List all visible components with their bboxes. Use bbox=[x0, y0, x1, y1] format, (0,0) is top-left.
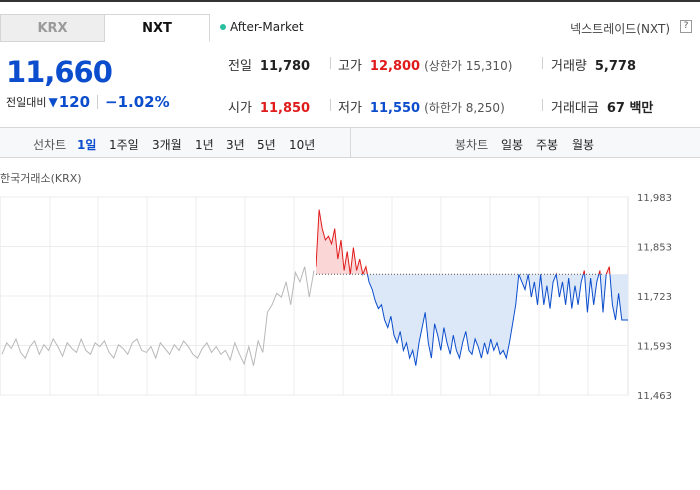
chart-tabs-divider bbox=[350, 128, 351, 157]
price-chart[interactable]: 11,983 11,853 11,723 11,593 11,463 bbox=[0, 185, 700, 400]
y-tick-label: 11,983 bbox=[637, 193, 672, 204]
tab-1day[interactable]: 1일 bbox=[77, 136, 96, 153]
quote-open: 시가 11,850 bbox=[228, 97, 310, 116]
y-tick-label: 11,593 bbox=[637, 342, 672, 353]
price-change: 전일대비 ▼ 120 −1.02% bbox=[6, 93, 170, 111]
current-price: 11,660 bbox=[6, 55, 113, 89]
down-triangle-icon: ▼ bbox=[48, 95, 58, 109]
tab-5year[interactable]: 5년 bbox=[257, 136, 276, 153]
change-value: 120 bbox=[58, 93, 91, 111]
market-tabs: KRX NXT bbox=[0, 14, 210, 42]
prev-close-value: 11,780 bbox=[259, 59, 311, 74]
upper-limit-note: (상한가 15,310) bbox=[424, 59, 513, 73]
data-source-label: 넥스트레이드(NXT) bbox=[570, 22, 670, 36]
quote-divider bbox=[542, 99, 543, 111]
open-label: 시가 bbox=[228, 101, 252, 116]
quote-high: 고가 12,800 (상한가 15,310) bbox=[338, 55, 512, 74]
tab-weekly-candle[interactable]: 주봉 bbox=[536, 136, 558, 153]
low-value: 11,550 bbox=[369, 101, 421, 116]
help-icon[interactable]: ? bbox=[680, 20, 692, 33]
quote-prev-close: 전일 11,780 bbox=[228, 55, 310, 74]
quote-amount: 거래대금 67 백만 bbox=[551, 97, 653, 116]
quote-divider bbox=[542, 57, 543, 69]
low-label: 저가 bbox=[338, 101, 362, 116]
high-value: 12,800 bbox=[369, 59, 421, 74]
session-status: After-Market bbox=[220, 20, 304, 34]
top-border bbox=[0, 0, 700, 2]
high-label: 고가 bbox=[338, 59, 362, 74]
change-label: 전일대비 bbox=[6, 96, 47, 109]
y-tick-label: 11,463 bbox=[637, 391, 672, 400]
prev-close-label: 전일 bbox=[228, 59, 252, 74]
chart-tabs-bar: 선차트 1일 1주일 3개월 1년 3년 5년 10년 봉차트 일봉 주봉 월봉 bbox=[0, 127, 700, 158]
tab-3month[interactable]: 3개월 bbox=[152, 136, 182, 153]
quote-divider bbox=[330, 99, 331, 111]
quote-divider bbox=[330, 57, 331, 69]
y-tick-label: 11,723 bbox=[637, 292, 672, 303]
chart-source-label: 한국거래소(KRX) bbox=[0, 172, 82, 185]
amount-label: 거래대금 bbox=[551, 101, 599, 116]
session-status-label: After-Market bbox=[230, 20, 304, 34]
quote-volume: 거래량 5,778 bbox=[551, 55, 636, 74]
lower-limit-note: (하한가 8,250) bbox=[424, 101, 505, 115]
change-divider bbox=[97, 95, 99, 109]
session-dot-icon bbox=[220, 24, 226, 30]
y-tick-label: 11,853 bbox=[637, 243, 672, 254]
chart-down-fill bbox=[316, 274, 628, 366]
tab-1year[interactable]: 1년 bbox=[195, 136, 214, 153]
tab-3year[interactable]: 3년 bbox=[226, 136, 245, 153]
change-rate: −1.02% bbox=[105, 93, 170, 111]
pre-market-line bbox=[1, 266, 315, 366]
tab-krx[interactable]: KRX bbox=[0, 14, 105, 42]
amount-value: 67 백만 bbox=[606, 101, 654, 116]
open-value: 11,850 bbox=[259, 101, 311, 116]
tab-monthly-candle[interactable]: 월봉 bbox=[572, 136, 594, 153]
tab-1week[interactable]: 1주일 bbox=[109, 136, 139, 153]
candle-chart-label: 봉차트 bbox=[455, 138, 489, 152]
tab-nxt[interactable]: NXT bbox=[105, 14, 210, 42]
tab-daily-candle[interactable]: 일봉 bbox=[501, 136, 523, 153]
tab-10year[interactable]: 10년 bbox=[289, 136, 315, 153]
line-chart-label: 선차트 bbox=[33, 138, 67, 152]
volume-label: 거래량 bbox=[551, 59, 587, 74]
volume-value: 5,778 bbox=[594, 59, 637, 74]
quote-low: 저가 11,550 (하한가 8,250) bbox=[338, 97, 505, 116]
